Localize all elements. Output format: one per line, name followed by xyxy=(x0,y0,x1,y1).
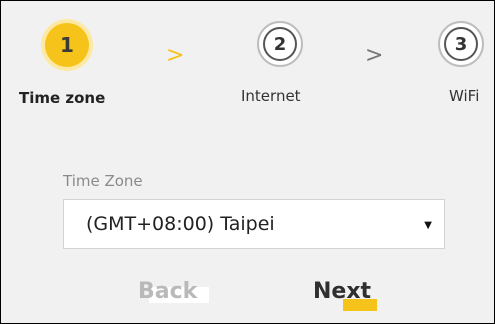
next-button[interactable]: Next xyxy=(313,279,371,304)
setup-wizard: 1 Time zone > 2 Internet > 3 WiFi Time Z… xyxy=(0,0,495,324)
step-separator-2: > xyxy=(365,43,384,68)
step-1-indicator: 1 xyxy=(41,19,93,71)
dropdown-caret-icon: ▼ xyxy=(424,220,432,231)
step-separator-1: > xyxy=(166,43,185,68)
time-zone-value: (GMT+08:00) Taipei xyxy=(86,213,275,235)
step-3-label: WiFi xyxy=(449,87,480,105)
step-1-label: Time zone xyxy=(19,89,106,107)
step-3-indicator: 3 xyxy=(438,21,484,67)
back-button[interactable]: Back xyxy=(138,279,197,304)
step-2-label: Internet xyxy=(241,87,301,105)
time-zone-select[interactable]: (GMT+08:00) Taipei ▼ xyxy=(63,199,445,249)
step-3-number: 3 xyxy=(444,27,478,61)
time-zone-label: Time Zone xyxy=(63,172,143,190)
step-1-number: 1 xyxy=(45,23,89,67)
step-2-indicator: 2 xyxy=(257,21,303,67)
step-2-number: 2 xyxy=(263,27,297,61)
